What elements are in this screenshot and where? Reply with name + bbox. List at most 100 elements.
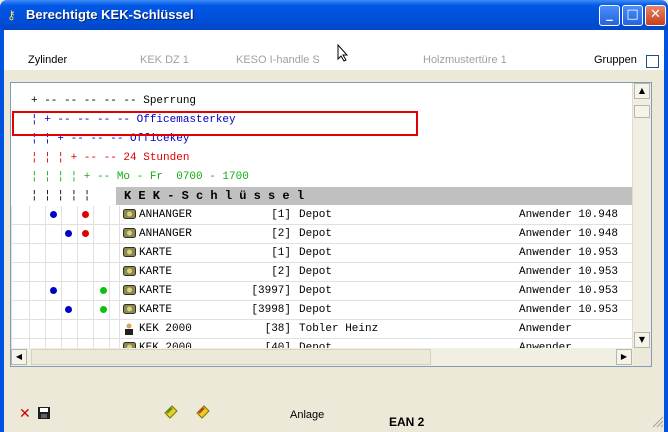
ean-label: EAN 2	[389, 415, 425, 429]
key-add-icon[interactable]	[163, 404, 179, 423]
status-dot	[50, 287, 57, 294]
row-column-separator	[119, 263, 120, 281]
row-column-separator	[93, 320, 94, 338]
save-icon[interactable]	[38, 407, 50, 422]
col-keso-ihandle[interactable]: KESO I-handle S	[236, 54, 320, 66]
scroll-down-arrow-icon[interactable]: ▼	[634, 332, 650, 348]
col-kek-dz-1[interactable]: KEK DZ 1	[140, 54, 189, 66]
row-column-separator	[29, 225, 30, 243]
row-column-separator	[61, 206, 62, 224]
row-column-separator	[61, 301, 62, 319]
row-location: Depot	[299, 228, 333, 240]
row-number: [3998]	[251, 304, 291, 316]
table-row[interactable]: KARTE [1] Depot Anwender 10.953	[11, 244, 633, 263]
row-column-separator	[29, 263, 30, 281]
row-column-separator	[11, 206, 12, 224]
row-column-separator	[61, 339, 62, 348]
resize-grip-icon[interactable]	[650, 414, 664, 428]
close-button[interactable]: ✕	[645, 5, 666, 26]
anlage-label: Anlage	[290, 409, 325, 421]
row-column-separator	[109, 339, 110, 348]
row-column-separator	[109, 225, 110, 243]
minimize-button[interactable]: _	[599, 5, 620, 26]
row-column-separator	[119, 206, 120, 224]
header-panel: Zylinder KEK DZ 1 KESO I-handle S Holzmu…	[4, 30, 664, 70]
row-number: [3997]	[251, 285, 291, 297]
app-icon: ⚷	[7, 8, 16, 22]
row-column-separator	[93, 301, 94, 319]
row-name: ANHANGER	[139, 209, 192, 221]
row-column-separator	[45, 244, 46, 262]
vertical-scrollbar[interactable]: ▲ ▼	[632, 83, 651, 348]
row-number: [40]	[264, 342, 291, 348]
row-number: [1]	[271, 247, 291, 259]
scroll-up-arrow-icon[interactable]: ▲	[634, 83, 650, 99]
scroll-left-arrow-icon[interactable]: ◀	[11, 349, 27, 365]
window-title: Berechtigte KEK-Schlüssel	[26, 7, 194, 22]
table-row[interactable]: KARTE [3998] Depot Anwender 10.953	[11, 301, 633, 320]
row-column-separator	[11, 282, 12, 300]
tree-line-mo-fr[interactable]: ¦ ¦ ¦ ¦ + -- Mo - Fr 0700 - 1700	[31, 168, 249, 187]
table-row[interactable]: KEK 2000 [40] Depot Anwender	[11, 339, 633, 348]
row-column-separator	[29, 320, 30, 338]
table-row[interactable]: KARTE [3997] Depot Anwender 10.953	[11, 282, 633, 301]
person-icon	[123, 323, 136, 335]
row-column-separator	[93, 339, 94, 348]
row-user: Anwender	[519, 323, 572, 335]
row-column-separator	[11, 244, 12, 262]
col-holzmustertuere[interactable]: Holzmustertüre 1	[423, 54, 507, 66]
row-name: KARTE	[139, 304, 173, 316]
card-icon	[123, 285, 136, 295]
row-column-separator	[119, 282, 120, 300]
row-column-separator	[109, 320, 110, 338]
row-column-separator	[61, 320, 62, 338]
vertical-scroll-thumb[interactable]	[634, 105, 650, 118]
row-column-separator	[93, 263, 94, 281]
maximize-button[interactable]: □	[622, 5, 643, 26]
tree-line-sperrung[interactable]: + -- -- -- -- -- Sperrung	[31, 92, 196, 111]
status-dot	[82, 230, 89, 237]
horizontal-scrollbar[interactable]: ◀ ▶	[11, 348, 633, 366]
scroll-corner	[633, 348, 651, 366]
row-column-separator	[45, 225, 46, 243]
row-location: Tobler Heinz	[299, 323, 379, 335]
table-row[interactable]: ANHANGER [1] Depot Anwender 10.948	[11, 206, 633, 225]
row-column-separator	[45, 301, 46, 319]
row-column-separator	[77, 206, 78, 224]
row-name: KEK 2000	[139, 342, 192, 348]
horizontal-scroll-thumb[interactable]	[31, 349, 431, 365]
row-column-separator	[109, 244, 110, 262]
row-name: KARTE	[139, 285, 173, 297]
status-dot	[65, 230, 72, 237]
window-frame-right	[664, 30, 668, 432]
row-number: [2]	[271, 266, 291, 278]
row-location: Depot	[299, 342, 333, 348]
row-column-separator	[119, 301, 120, 319]
row-column-separator	[45, 282, 46, 300]
row-number: [1]	[271, 209, 291, 221]
table-row[interactable]: KARTE [2] Depot Anwender 10.953	[11, 263, 633, 282]
row-user: Anwender 10.953	[519, 266, 619, 278]
scroll-right-arrow-icon[interactable]: ▶	[616, 349, 632, 365]
row-column-separator	[119, 225, 120, 243]
row-name: KARTE	[139, 247, 173, 259]
gruppen-checkbox[interactable]	[646, 55, 659, 68]
grid-header-label: K E K - S c h l ü s s e l	[124, 189, 305, 203]
row-column-separator	[45, 263, 46, 281]
gruppen-label: Gruppen	[594, 54, 637, 66]
col-zylinder[interactable]: Zylinder	[28, 54, 67, 66]
status-dot	[100, 287, 107, 294]
delete-icon[interactable]: ✕	[19, 406, 31, 422]
row-column-separator	[93, 206, 94, 224]
tree-line-24-stunden[interactable]: ¦ ¦ ¦ + -- -- 24 Stunden	[31, 149, 189, 168]
card-icon	[123, 304, 136, 314]
status-dot	[50, 211, 57, 218]
card-icon	[123, 209, 136, 219]
row-column-separator	[119, 339, 120, 348]
key-remove-icon[interactable]	[195, 404, 211, 423]
table-row[interactable]: ANHANGER [2] Depot Anwender 10.948	[11, 225, 633, 244]
row-user: Anwender 10.953	[519, 304, 619, 316]
status-dot	[82, 211, 89, 218]
table-row[interactable]: KEK 2000 [38] Tobler Heinz Anwender	[11, 320, 633, 339]
row-column-separator	[93, 244, 94, 262]
